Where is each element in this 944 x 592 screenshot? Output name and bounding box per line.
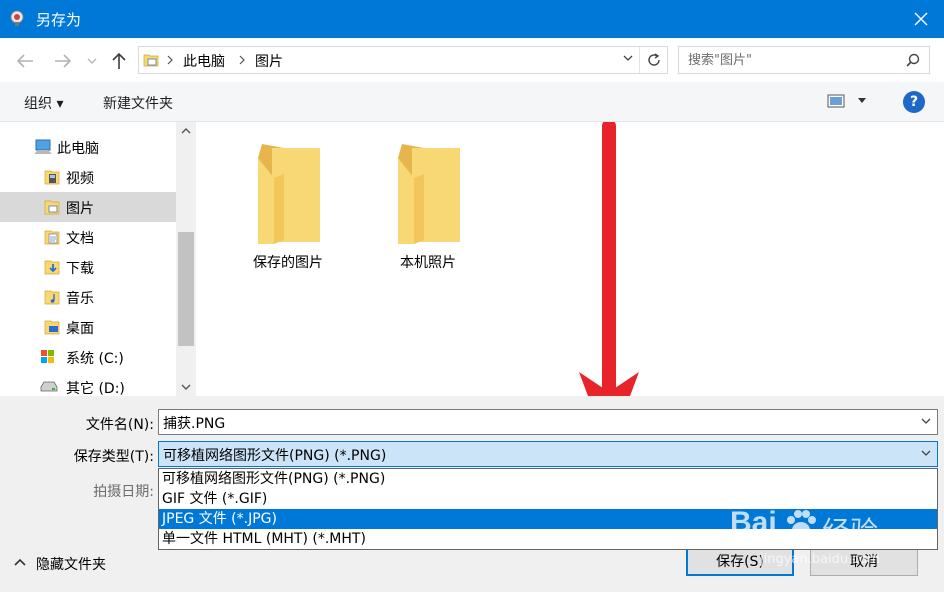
sidebar-item-other-drive[interactable]: 其它 (D:) <box>0 372 176 396</box>
filename-input[interactable]: 捕获.PNG <box>158 409 938 435</box>
chevron-up-icon <box>181 128 191 134</box>
new-folder-button[interactable]: 新建文件夹 <box>103 93 173 113</box>
navigation-pane: 此电脑 视频 图片 文档 下载 音乐 桌面 系统 (C:) 其它 (D:) <box>0 122 196 396</box>
organize-button[interactable]: 组织 ▾ <box>24 93 63 113</box>
chevron-down-icon[interactable] <box>623 55 633 61</box>
scrollbar-thumb[interactable] <box>178 232 194 346</box>
chevron-up-icon <box>14 558 26 566</box>
sidebar-item-downloads[interactable]: 下载 <box>0 252 176 282</box>
folder-item[interactable]: 本机照片 <box>368 122 488 272</box>
filetype-label: 保存类型(T): <box>73 449 154 465</box>
sidebar-item-label: 图片 <box>66 201 94 217</box>
sidebar-item-label: 音乐 <box>66 291 94 307</box>
chevron-down-icon <box>181 384 191 390</box>
computer-icon <box>34 139 52 154</box>
breadcrumb-this-pc[interactable]: 此电脑 <box>183 51 225 71</box>
music-folder-icon <box>44 290 60 305</box>
breadcrumb-pictures[interactable]: 图片 <box>255 51 283 71</box>
up-button[interactable] <box>108 50 130 72</box>
hide-folders-label: 隐藏文件夹 <box>36 557 106 573</box>
title-bar: 另存为 <box>0 0 944 38</box>
sidebar-item-label: 文档 <box>66 231 94 247</box>
help-button[interactable]: ? <box>903 91 925 113</box>
back-button[interactable] <box>14 50 36 72</box>
folder-item[interactable]: 保存的图片 <box>228 122 348 272</box>
filetype-option[interactable]: GIF 文件 (*.GIF) <box>159 489 937 509</box>
sidebar-item-desktop[interactable]: 桌面 <box>0 312 176 342</box>
window-title: 另存为 <box>36 11 82 29</box>
sidebar-item-label: 系统 (C:) <box>66 351 124 367</box>
system-drive-icon <box>41 350 54 363</box>
sidebar-item-this-pc[interactable]: 此电脑 <box>0 132 176 162</box>
chevron-down-icon <box>87 58 97 64</box>
refresh-button[interactable] <box>639 47 667 73</box>
downloads-folder-icon <box>44 260 60 275</box>
forward-button[interactable] <box>52 50 74 72</box>
sidebar-scrollbar[interactable] <box>176 122 196 396</box>
sidebar-item-label: 桌面 <box>66 321 94 337</box>
filetype-option[interactable]: 单一文件 HTML (MHT) (*.MHT) <box>159 529 937 549</box>
command-toolbar: 组织 ▾ 新建文件夹 ? <box>0 82 944 122</box>
sidebar-item-label: 其它 (D:) <box>66 381 125 396</box>
app-icon <box>10 10 24 26</box>
filename-label: 文件名(N): <box>85 417 154 433</box>
search-box[interactable] <box>678 46 930 74</box>
scroll-up-button[interactable] <box>176 122 196 140</box>
file-list: 保存的图片 本机照片 <box>196 122 944 396</box>
pictures-folder-icon <box>143 54 159 67</box>
cancel-button[interactable]: 取消 <box>810 546 918 576</box>
documents-folder-icon <box>44 230 60 245</box>
breadcrumb-separator-icon <box>167 55 173 65</box>
refresh-icon <box>647 53 660 66</box>
sidebar-item-documents[interactable]: 文档 <box>0 222 176 252</box>
filename-value: 捕获.PNG <box>163 416 226 432</box>
scroll-down-button[interactable] <box>176 378 196 396</box>
date-taken-label: 拍摄日期: <box>93 484 154 500</box>
recent-locations-button[interactable] <box>84 50 100 72</box>
view-dropdown-icon[interactable] <box>858 98 866 103</box>
folder-icon <box>258 144 320 244</box>
navigation-bar: 此电脑 图片 <box>0 38 944 82</box>
sidebar-item-label: 下载 <box>66 261 94 277</box>
close-button[interactable] <box>898 0 944 38</box>
desktop-folder-icon <box>44 320 60 335</box>
close-icon <box>914 12 928 26</box>
filetype-option[interactable]: 可移植网络图形文件(PNG) (*.PNG) <box>159 469 937 489</box>
folder-icon <box>398 144 460 244</box>
view-options-icon[interactable] <box>827 94 845 108</box>
breadcrumb-separator-icon <box>239 55 245 65</box>
video-folder-icon <box>44 170 60 185</box>
filetype-select[interactable]: 可移植网络图形文件(PNG) (*.PNG) <box>158 441 938 467</box>
sidebar-item-label: 视频 <box>66 171 94 187</box>
back-arrow-icon <box>16 54 33 68</box>
chevron-down-icon[interactable] <box>921 450 931 456</box>
folder-label: 保存的图片 <box>253 255 323 271</box>
filetype-value: 可移植网络图形文件(PNG) (*.PNG) <box>163 448 387 464</box>
sidebar-item-label: 此电脑 <box>57 141 99 157</box>
chevron-down-icon[interactable] <box>921 418 931 424</box>
up-arrow-icon <box>112 52 126 69</box>
address-bar[interactable]: 此电脑 图片 <box>138 46 668 74</box>
folder-label: 本机照片 <box>400 255 456 271</box>
forward-arrow-icon <box>55 54 72 68</box>
search-input[interactable] <box>679 47 899 73</box>
filetype-dropdown-list[interactable]: 可移植网络图形文件(PNG) (*.PNG) GIF 文件 (*.GIF) JP… <box>158 468 938 550</box>
save-button[interactable]: 保存(S) <box>686 546 794 576</box>
drive-icon <box>40 381 58 392</box>
pictures-folder-icon <box>44 200 60 215</box>
sidebar-item-system-drive[interactable]: 系统 (C:) <box>0 342 176 372</box>
sidebar-item-music[interactable]: 音乐 <box>0 282 176 312</box>
filetype-option-highlighted[interactable]: JPEG 文件 (*.JPG) <box>159 509 937 529</box>
search-icon <box>906 53 920 67</box>
sidebar-item-videos[interactable]: 视频 <box>0 162 176 192</box>
sidebar-item-pictures[interactable]: 图片 <box>0 192 176 222</box>
